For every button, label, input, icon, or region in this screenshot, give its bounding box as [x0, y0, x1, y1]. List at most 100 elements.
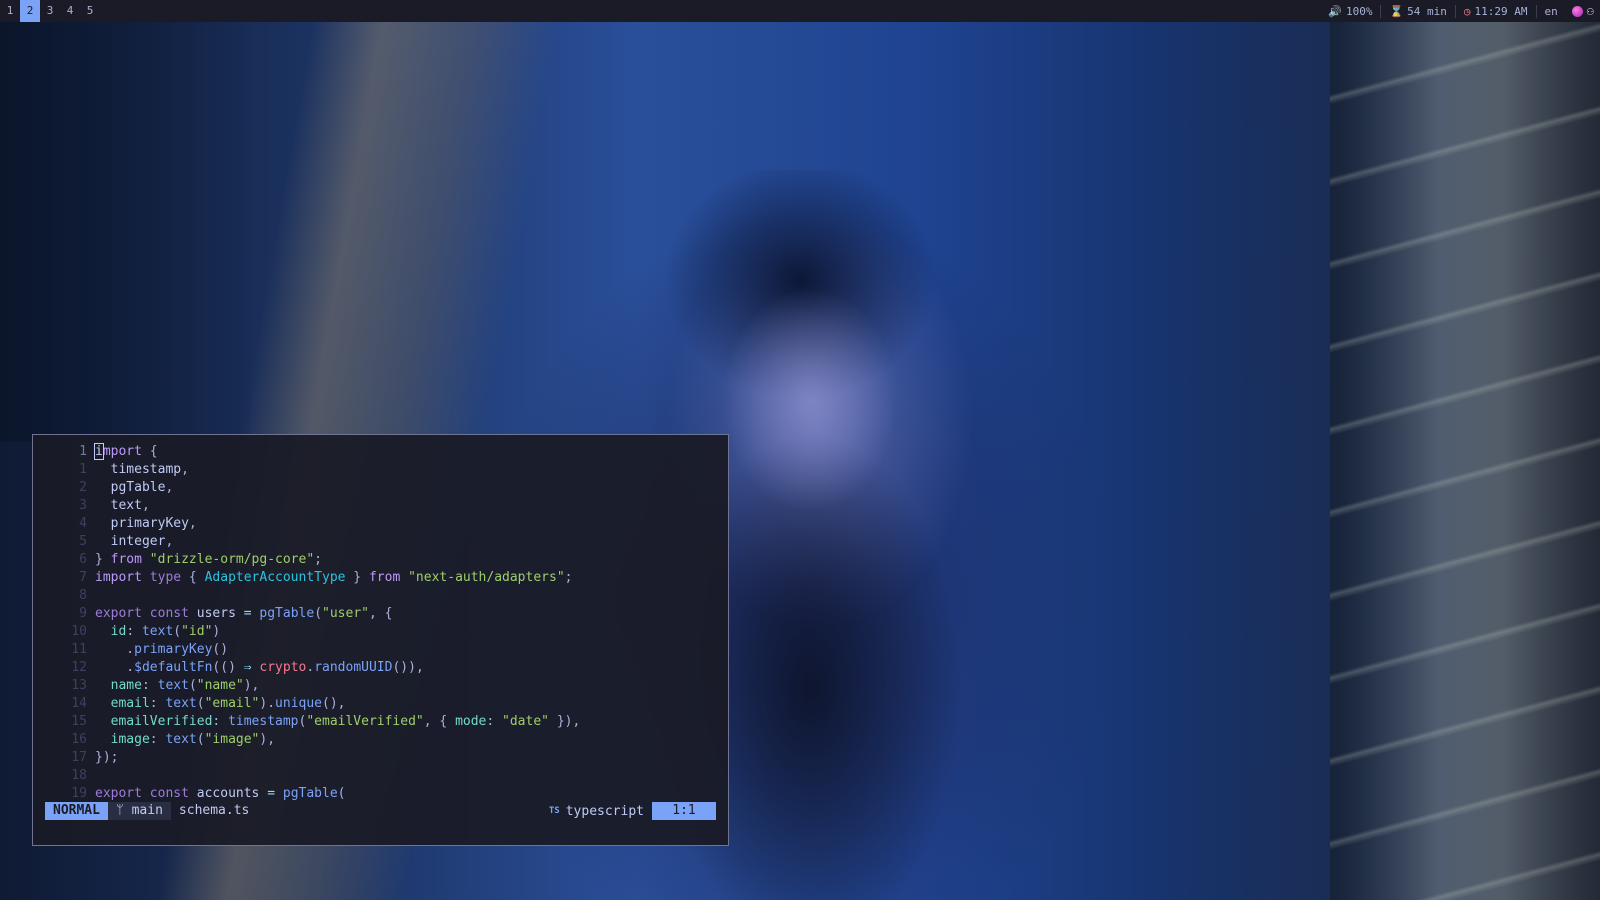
line-text[interactable]: email: text("email").unique(),	[95, 695, 346, 713]
clock-value: 11:29 AM	[1474, 4, 1528, 18]
app-tray-icon[interactable]	[1571, 5, 1583, 17]
line-text[interactable]: } from "drizzle-orm/pg-core";	[95, 551, 322, 569]
code-token: (	[314, 606, 323, 621]
editor-statusline: NORMAL ᛘ main schema.ts TS typescript 1:…	[45, 801, 716, 821]
code-token: =	[267, 786, 276, 801]
code-token: ),	[259, 732, 276, 747]
code-line[interactable]: 15 emailVerified: timestamp("emailVerifi…	[33, 713, 728, 731]
code-line[interactable]: 3 text,	[33, 497, 728, 515]
code-token: ()),	[392, 660, 424, 675]
code-token: (()	[212, 660, 244, 675]
git-branch: ᛘ main	[107, 802, 171, 820]
code-token: unique	[275, 696, 323, 711]
code-line[interactable]: 8	[33, 587, 728, 605]
network-tray-icon[interactable]: ⚇	[1587, 4, 1594, 18]
editor-window[interactable]: 1 import {1 timestamp, 2 pgTable, 3 text, 4 …	[32, 434, 729, 846]
code-token: ,	[165, 534, 174, 549]
code-token: }	[345, 570, 369, 585]
line-number: 1	[79, 444, 87, 459]
code-line[interactable]: 2 pgTable,	[33, 479, 728, 497]
code-line[interactable]: 7 import type { AdapterAccountType } from…	[33, 569, 728, 587]
code-token: randomUUID	[314, 660, 393, 675]
line-text[interactable]: import {	[94, 443, 158, 461]
line-number: 9	[79, 606, 87, 621]
code-line[interactable]: 1 import {	[33, 443, 728, 461]
workspace-5[interactable]: 5	[80, 0, 100, 22]
hourglass-icon: ⌛	[1389, 4, 1404, 18]
workspace-2[interactable]: 2	[20, 0, 40, 22]
line-text[interactable]: import type { AdapterAccountType } from …	[95, 569, 572, 587]
status-area: 🔊 100% ⌛ 54 min ◷ 11:29 AM en ⚇	[1320, 0, 1600, 22]
language-widget[interactable]: en	[1535, 4, 1566, 18]
line-text[interactable]: timestamp,	[95, 461, 189, 479]
line-text[interactable]: text,	[95, 497, 150, 515]
code-token: }	[95, 552, 111, 567]
code-token: , {	[423, 714, 456, 729]
typescript-icon: TS	[548, 806, 560, 816]
code-token: ;	[564, 570, 573, 585]
code-token: "name"	[196, 678, 244, 693]
code-line[interactable]: 1 timestamp,	[33, 461, 728, 479]
line-text[interactable]: emailVerified: timestamp("emailVerified"…	[95, 713, 581, 731]
code-token: pgTable	[95, 480, 166, 495]
code-line[interactable]: 6} from "drizzle-orm/pg-core";	[33, 551, 728, 569]
workspace-4[interactable]: 4	[60, 0, 80, 22]
code-token: $defaultFn	[134, 660, 213, 675]
volume-widget[interactable]: 🔊 100%	[1320, 5, 1380, 18]
code-token: :	[149, 732, 166, 747]
line-text[interactable]: integer,	[95, 533, 174, 551]
workspace-1[interactable]: 1	[0, 0, 20, 22]
git-branch-name: main	[131, 803, 163, 818]
code-token: "image"	[204, 732, 260, 747]
timer-widget[interactable]: ⌛ 54 min	[1380, 4, 1454, 18]
line-number: 16	[71, 732, 87, 747]
clock-widget[interactable]: ◷ 11:29 AM	[1454, 4, 1536, 18]
code-line[interactable]: 11 .primaryKey()	[33, 641, 728, 659]
line-text[interactable]: name: text("name"),	[95, 677, 260, 695]
code-line[interactable]: 4 primaryKey,	[33, 515, 728, 533]
line-number: 7	[79, 570, 87, 585]
line-text[interactable]: .$defaultFn(() ⇒ crypto.randomUUID()),	[95, 659, 424, 677]
code-token: =	[243, 606, 252, 621]
code-line[interactable]: 14 email: text("email").unique(),	[33, 695, 728, 713]
code-token: , {	[368, 606, 393, 621]
line-text[interactable]: id: text("id")	[95, 623, 221, 641]
system-tray: ⚇	[1566, 4, 1600, 18]
code-line[interactable]: 5 integer,	[33, 533, 728, 551]
code-line[interactable]: 13 name: text("name"),	[33, 677, 728, 695]
code-token: id	[95, 624, 127, 639]
line-text[interactable]: primaryKey,	[95, 515, 197, 533]
code-token: import	[95, 570, 142, 585]
code-line[interactable]: 9 export const users = pgTable("user", {	[33, 605, 728, 623]
code-token: :	[149, 696, 166, 711]
code-token: crypto	[259, 660, 307, 675]
code-line[interactable]: 17});	[33, 749, 728, 767]
line-text[interactable]: export const users = pgTable("user", {	[95, 605, 392, 623]
code-line[interactable]: 12 .$defaultFn(() ⇒ crypto.randomUUID())…	[33, 659, 728, 677]
code-line[interactable]: 10 id: text("id")	[33, 623, 728, 641]
line-number: 14	[71, 696, 87, 711]
code-area[interactable]: 1 import {1 timestamp, 2 pgTable, 3 text, 4 …	[33, 443, 728, 803]
wallpaper-left-pillar	[0, 22, 250, 442]
line-number: 5	[79, 534, 87, 549]
line-number: 10	[71, 624, 87, 639]
workspace-3[interactable]: 3	[40, 0, 60, 22]
line-text[interactable]: image: text("image"),	[95, 731, 275, 749]
code-token: text	[165, 732, 197, 747]
top-bar: 1 2 3 4 5 🔊 100% ⌛ 54 min ◷ 11:29 AM en …	[0, 0, 1600, 22]
line-number: 12	[71, 660, 87, 675]
code-token: pgTable	[259, 606, 315, 621]
code-token: "emailVerified"	[306, 714, 424, 729]
line-text[interactable]: pgTable,	[95, 479, 174, 497]
code-token: :	[141, 678, 158, 693]
line-number: 11	[71, 642, 87, 657]
code-token: });	[95, 750, 119, 765]
line-text[interactable]: .primaryKey()	[95, 641, 228, 659]
code-token: .	[95, 660, 135, 675]
code-line[interactable]: 18	[33, 767, 728, 785]
code-line[interactable]: 16 image: text("image"),	[33, 731, 728, 749]
line-text[interactable]: });	[95, 749, 118, 767]
code-token: integer	[95, 534, 166, 549]
